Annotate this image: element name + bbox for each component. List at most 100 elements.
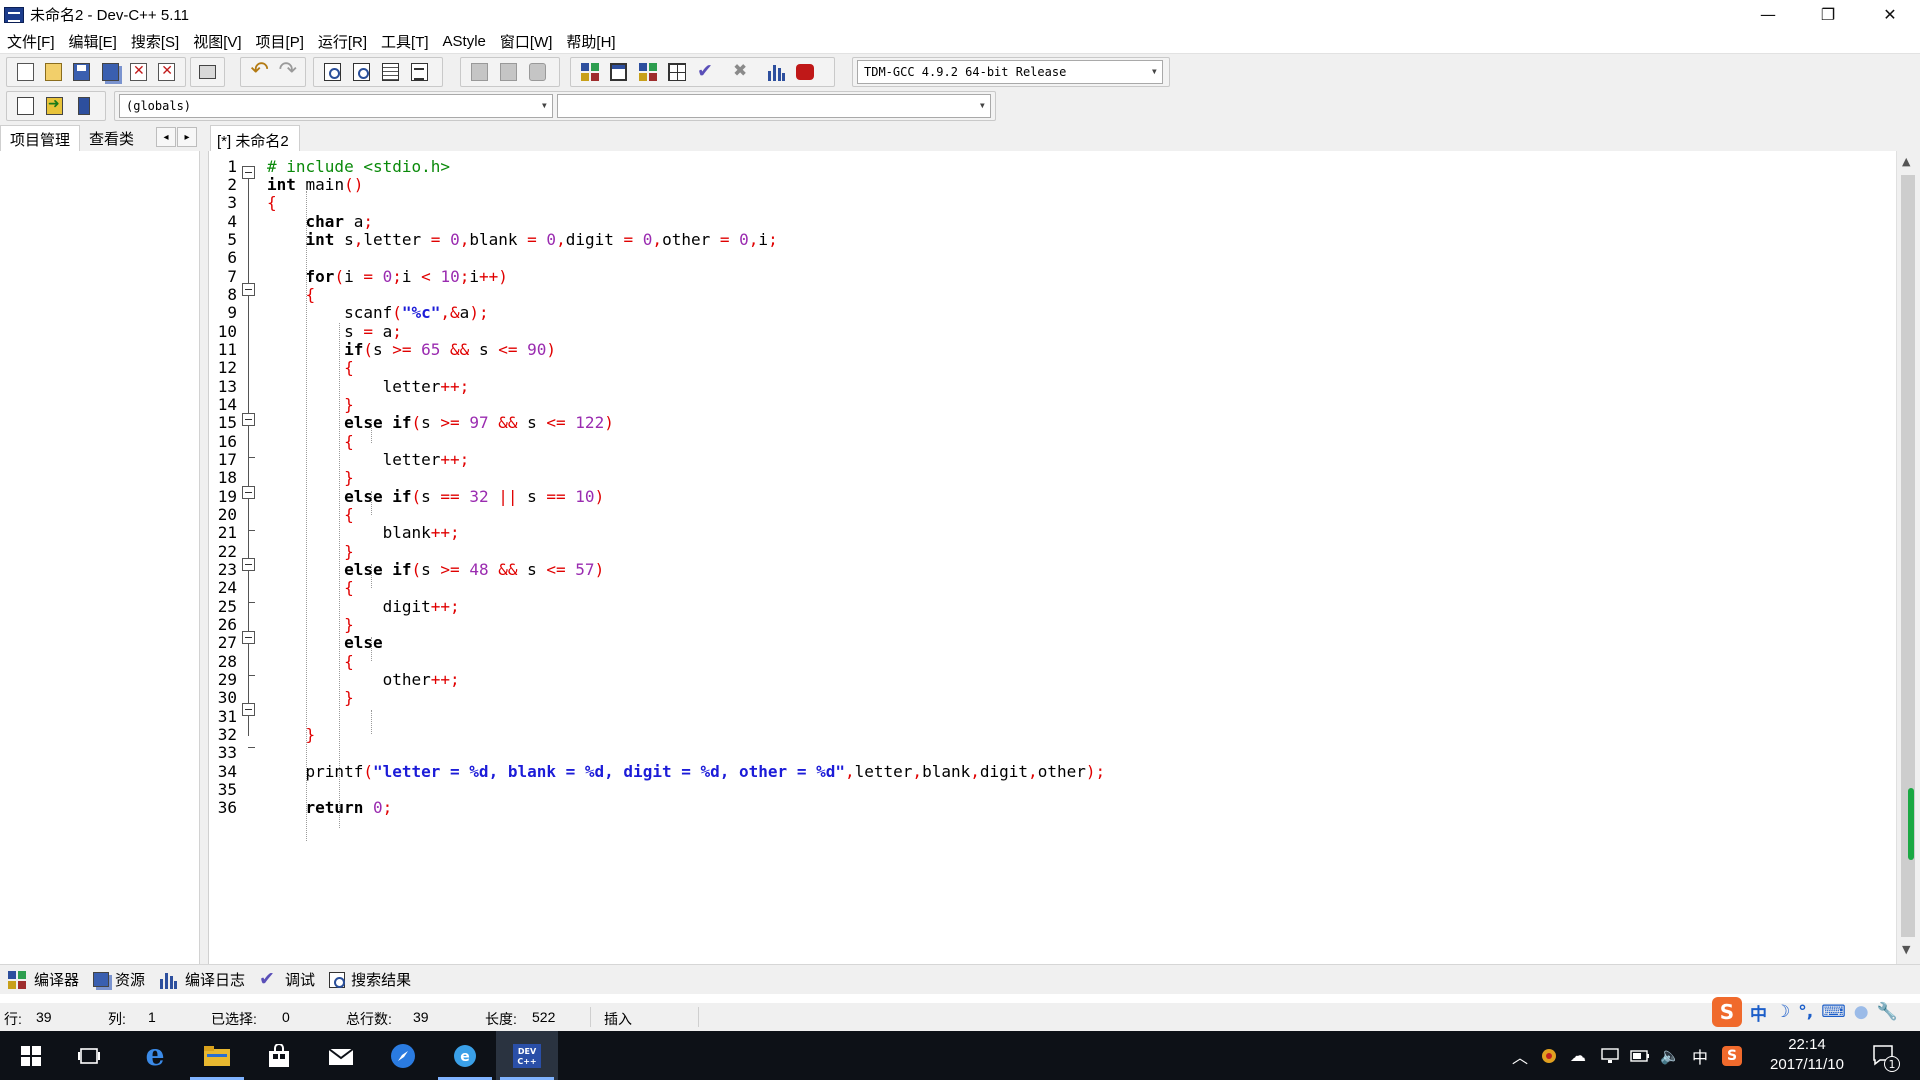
menu-window[interactable]: 窗口[W] (493, 31, 560, 52)
menu-search[interactable]: 搜索[S] (124, 31, 186, 52)
minimize-button[interactable]: — (1740, 0, 1796, 29)
tray-ime-language[interactable]: 中 (1692, 1031, 1708, 1080)
ime-language-toggle[interactable]: 中 (1750, 1000, 1767, 1025)
compiler-select-value: TDM-GCC 4.9.2 64-bit Release (864, 65, 1067, 79)
add-to-project-button[interactable] (467, 60, 492, 84)
ime-person-icon[interactable]: ● (1854, 1002, 1869, 1022)
menu-edit[interactable]: 编辑[E] (62, 31, 124, 52)
tray-app-icon[interactable] (1540, 1031, 1558, 1080)
taskbar-clock[interactable]: 22:14 2017/11/10 (1752, 1035, 1862, 1075)
compile-run-button[interactable] (635, 60, 660, 84)
project-options-button[interactable] (525, 60, 550, 84)
taskbar-store-button[interactable] (248, 1031, 310, 1080)
taskbar-devcpp-button[interactable]: DEV C++ (496, 1031, 558, 1080)
tab-compiler[interactable]: 编译器 (8, 969, 79, 990)
function-select[interactable]: ▾ (557, 94, 991, 118)
start-button[interactable] (0, 1031, 62, 1080)
close-button[interactable]: ✕ (1862, 0, 1918, 29)
line-number: 25 (217, 597, 237, 616)
debug-button[interactable] (792, 60, 817, 84)
close-file-button[interactable] (126, 60, 150, 84)
stop-execution-button[interactable] (728, 60, 753, 84)
vertical-scrollbar[interactable]: ▲ ▼ (1896, 151, 1920, 964)
fold-toggle[interactable] (242, 283, 255, 296)
fold-toggle[interactable] (242, 413, 255, 426)
tab-resources[interactable]: 资源 (93, 969, 145, 990)
close-all-button[interactable] (155, 60, 179, 84)
tab-debug[interactable]: 调试 (259, 968, 315, 991)
ime-wrench-icon[interactable]: 🔧 (1877, 1002, 1898, 1022)
scroll-down-icon[interactable]: ▼ (1902, 943, 1910, 956)
tab-project-manager[interactable]: 项目管理 (0, 125, 81, 151)
tray-sogou-icon[interactable]: S (1722, 1031, 1742, 1080)
fold-end (248, 602, 255, 603)
redo-button[interactable] (275, 58, 299, 84)
fold-toggle[interactable] (242, 486, 255, 499)
volume-icon[interactable]: 🔈 (1660, 1031, 1680, 1080)
tab-class-browser[interactable]: 查看类 (80, 125, 143, 151)
taskbar-safari-button[interactable] (372, 1031, 434, 1080)
tab-untitled2[interactable]: [*] 未命名2 (210, 125, 300, 151)
task-view-button[interactable] (58, 1031, 120, 1080)
taskbar-explorer-button[interactable] (186, 1031, 248, 1080)
fold-toggle[interactable] (242, 631, 255, 644)
remove-from-project-button[interactable] (496, 60, 521, 84)
menu-tools[interactable]: 工具[T] (374, 31, 436, 52)
ime-moon-icon[interactable]: ☽ (1775, 1002, 1790, 1022)
network-icon[interactable] (1600, 1031, 1620, 1080)
compile-button[interactable] (577, 60, 602, 84)
tab-search-results[interactable]: 搜索结果 (329, 969, 411, 990)
tab-scroll-right-button[interactable]: ▸ (177, 127, 197, 147)
taskbar-edge-button[interactable]: e (124, 1031, 186, 1080)
panel-splitter[interactable] (200, 123, 208, 964)
fold-toggle[interactable] (242, 703, 255, 716)
ime-keyboard-icon[interactable]: ⌨ (1821, 1002, 1846, 1022)
run-button[interactable] (606, 60, 631, 84)
menu-astyle[interactable]: AStyle (436, 33, 493, 50)
restore-button[interactable]: ❐ (1800, 0, 1856, 29)
syntax-check-button[interactable] (693, 60, 718, 84)
menu-view[interactable]: 视图[V] (186, 31, 248, 52)
save-button[interactable] (70, 60, 94, 84)
insert-button[interactable] (42, 94, 67, 118)
onedrive-cloud-icon[interactable]: ☁ (1570, 1031, 1586, 1080)
code-editor[interactable]: 1 2 3 4 5 6 7 8 9 10 11 12 13 14 15 16 1… (208, 151, 1896, 964)
menu-project[interactable]: 项目[P] (249, 31, 311, 52)
line-number: 3 (227, 193, 237, 212)
menu-run[interactable]: 运行[R] (311, 31, 374, 52)
rebuild-all-button[interactable] (664, 60, 689, 84)
menu-help[interactable]: 帮助[H] (559, 31, 622, 52)
code-line-16: { (344, 432, 354, 451)
undo-button[interactable] (247, 58, 271, 84)
print-button[interactable] (197, 60, 218, 84)
find-button[interactable] (320, 60, 345, 84)
save-all-button[interactable] (98, 60, 122, 84)
bookmark-button[interactable] (71, 94, 96, 118)
menu-file[interactable]: 文件[F] (0, 31, 62, 52)
taskbar-mail-button[interactable] (310, 1031, 372, 1080)
fold-toggle[interactable] (242, 166, 255, 179)
new-project-button[interactable] (13, 94, 38, 118)
fold-toggle[interactable] (242, 558, 255, 571)
open-file-button[interactable] (41, 60, 65, 84)
battery-icon[interactable] (1630, 1031, 1650, 1080)
tab-scroll-left-button[interactable]: ◂ (156, 127, 176, 147)
indent-button[interactable] (407, 60, 432, 84)
sogou-ime-logo-icon[interactable]: S (1712, 997, 1742, 1027)
tab-compile-log[interactable]: 编译日志 (159, 969, 245, 990)
scope-select[interactable]: (globals) ▾ (119, 94, 553, 118)
edge-browser-icon: e (145, 1038, 165, 1073)
goto-line-button[interactable] (378, 60, 403, 84)
replace-button[interactable] (349, 60, 374, 84)
compile-icon (580, 63, 599, 81)
new-file-button[interactable] (13, 60, 37, 84)
scroll-up-icon[interactable]: ▲ (1902, 155, 1910, 168)
action-center-button[interactable]: 1 (1872, 1031, 1900, 1080)
status-divider (590, 1007, 591, 1027)
taskbar-ie-button[interactable]: e (434, 1031, 496, 1080)
compiler-select[interactable]: TDM-GCC 4.9.2 64-bit Release ▾ (857, 60, 1163, 84)
ime-punctuation-icon[interactable]: °, (1798, 1002, 1813, 1022)
tray-expand-icon[interactable]: ︿ (1512, 1031, 1528, 1080)
line-number: 32 (217, 725, 237, 744)
profile-button[interactable] (763, 60, 788, 84)
